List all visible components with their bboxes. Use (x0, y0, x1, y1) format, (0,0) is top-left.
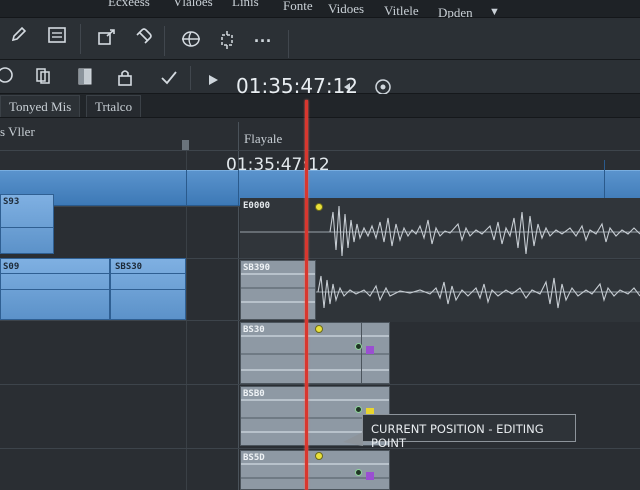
clip-label: BS5D (243, 453, 265, 463)
clip-label: SBS30 (115, 262, 143, 272)
menu-dropdown-icon[interactable]: ▼ (489, 6, 500, 18)
play-icon[interactable] (202, 69, 224, 91)
pencil-icon[interactable] (8, 24, 30, 46)
menu-item-1[interactable]: Ecxeess (108, 0, 150, 10)
more-icon[interactable]: ··· (252, 30, 274, 52)
globe-icon[interactable] (180, 28, 202, 50)
lock-icon[interactable] (114, 66, 136, 88)
ruler-line (0, 150, 640, 151)
toolbar-primary: ··· (0, 18, 640, 60)
check-icon[interactable] (158, 67, 180, 89)
keyframe-marker[interactable] (315, 203, 323, 211)
track-header-right: Flayale (244, 131, 283, 146)
menu-item-2[interactable]: Vlaloes (173, 0, 213, 10)
toolbar-separator (164, 26, 165, 56)
circle-icon[interactable] (0, 64, 16, 86)
menu-item-3[interactable]: Linis (232, 0, 259, 10)
link-icon[interactable] (132, 26, 154, 48)
toolbar-separator (288, 30, 289, 58)
toolbar-separator (80, 24, 81, 54)
keyframe-marker[interactable] (355, 469, 362, 476)
menu-item-4[interactable]: Fonte (283, 0, 313, 14)
menu-bar: Ecxeess Vlaloes Linis Fonte Vidoes Vitle… (0, 0, 640, 20)
export-icon[interactable] (96, 26, 118, 48)
keyframe-marker[interactable] (355, 343, 362, 350)
flag-marker[interactable] (366, 346, 374, 354)
tab-trtalco[interactable]: Trtalco (86, 95, 142, 117)
panel-tabs: Tonyed Mis Trtalco (0, 94, 640, 118)
crop-icon[interactable] (216, 29, 238, 51)
video-clip[interactable]: S09 (0, 258, 110, 320)
menu-item-5[interactable]: Vidoes (328, 1, 364, 17)
scroll-handle[interactable] (182, 140, 189, 150)
keyframe-marker[interactable] (355, 406, 362, 413)
clip-label: S93 (3, 197, 20, 207)
clip-label: BS30 (243, 325, 265, 335)
copy-icon[interactable] (32, 65, 54, 87)
tab-tonyed-mis[interactable]: Tonyed Mis (0, 95, 81, 117)
playhead[interactable] (305, 100, 308, 490)
clipboard-icon[interactable] (74, 65, 96, 87)
video-clip[interactable]: S93 (0, 194, 54, 254)
tooltip-pointer (343, 432, 363, 446)
clip-label: S09 (3, 262, 20, 272)
clip-label: SB390 (243, 263, 271, 273)
keyframe-marker[interactable] (315, 452, 323, 460)
tooltip: CURRENT POSITION - EDITING POINT (362, 414, 576, 450)
toolbar-separator (190, 66, 191, 90)
keyframe-marker[interactable] (315, 325, 323, 333)
list-icon[interactable] (46, 24, 68, 46)
clip-label: BSB0 (243, 389, 265, 399)
flag-marker[interactable] (366, 472, 374, 480)
menu-item-6[interactable]: Vitlele (384, 3, 419, 19)
track-header-left: s Vller (0, 124, 35, 139)
ruler-divider (186, 170, 187, 206)
waveform (240, 205, 640, 257)
video-clip[interactable]: SBS30 (110, 258, 186, 320)
audio-track[interactable]: E0000 (240, 198, 640, 258)
ruler-divider (238, 170, 239, 206)
